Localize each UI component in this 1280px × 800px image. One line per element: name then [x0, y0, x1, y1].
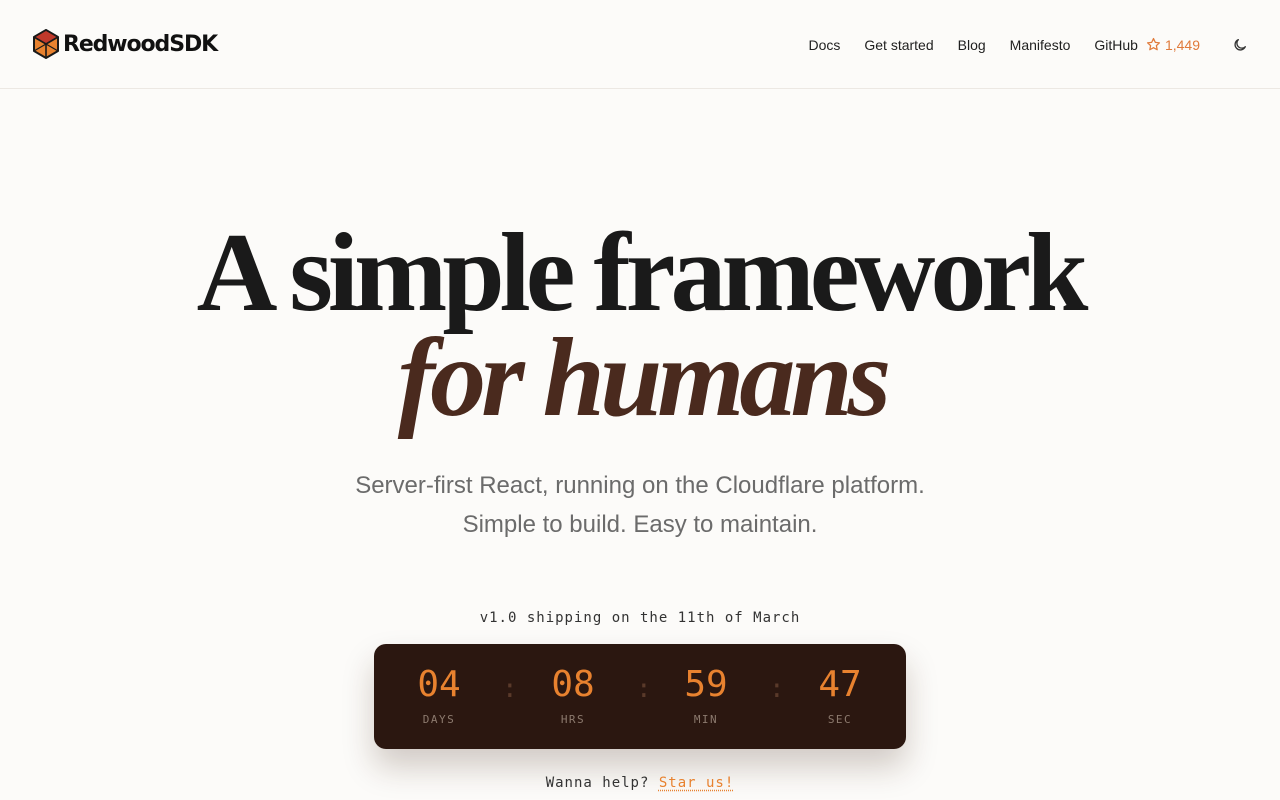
countdown-separator: : — [769, 674, 785, 704]
nav-blog[interactable]: Blog — [958, 37, 986, 53]
star-count: 1,449 — [1164, 36, 1200, 53]
countdown-hours-label: HRS — [560, 713, 586, 726]
countdown-hours-value: 08 — [551, 664, 595, 705]
countdown-seconds-value: 47 — [818, 664, 862, 705]
github-label: GitHub — [1094, 36, 1138, 53]
countdown-separator: : — [636, 674, 652, 704]
countdown-separator: : — [502, 674, 518, 704]
nav-manifesto[interactable]: Manifesto — [1010, 37, 1071, 53]
redwood-cube-icon — [33, 29, 59, 59]
countdown-days-label: DAYS — [422, 713, 456, 726]
hero-subtitle-line1: Server-first React, running on the Cloud… — [355, 472, 925, 499]
github-stars: 1,449 — [1146, 37, 1200, 53]
star-icon — [1146, 37, 1161, 51]
release-text: v1.0 shipping on the 11th of March — [479, 610, 801, 626]
nav-docs[interactable]: Docs — [808, 37, 840, 53]
help-cta: Wanna help? Star us! — [0, 775, 1280, 791]
countdown-seconds-label: SEC — [827, 713, 853, 726]
main-nav: Docs Get started Blog Manifesto GitHub 1… — [808, 0, 1248, 89]
logo[interactable]: RedwoodSDK — [32, 29, 218, 59]
github-link[interactable]: GitHub 1,449 — [1094, 37, 1200, 53]
nav-get-started[interactable]: Get started — [864, 37, 933, 53]
star-us-link[interactable]: Star us! — [659, 775, 734, 791]
countdown-timer: 04 DAYS : 08 HRS : 59 MIN : 47 SEC — [374, 644, 906, 749]
moon-icon[interactable] — [1232, 37, 1248, 53]
help-prefix: Wanna help? — [545, 775, 650, 791]
countdown-days-value: 04 — [417, 664, 461, 705]
brand-name: RedwoodSDK — [63, 31, 218, 57]
hero-subtitle-line2: Simple to build. Easy to maintain. — [462, 511, 818, 538]
countdown-minutes-value: 59 — [684, 664, 728, 705]
hero-title-line1: A simple framework — [196, 211, 1089, 335]
countdown-minutes-label: MIN — [693, 713, 719, 726]
site-header: RedwoodSDK Docs Get started Blog Manifes… — [0, 0, 1280, 89]
hero-title-line2: for humans — [397, 316, 891, 440]
